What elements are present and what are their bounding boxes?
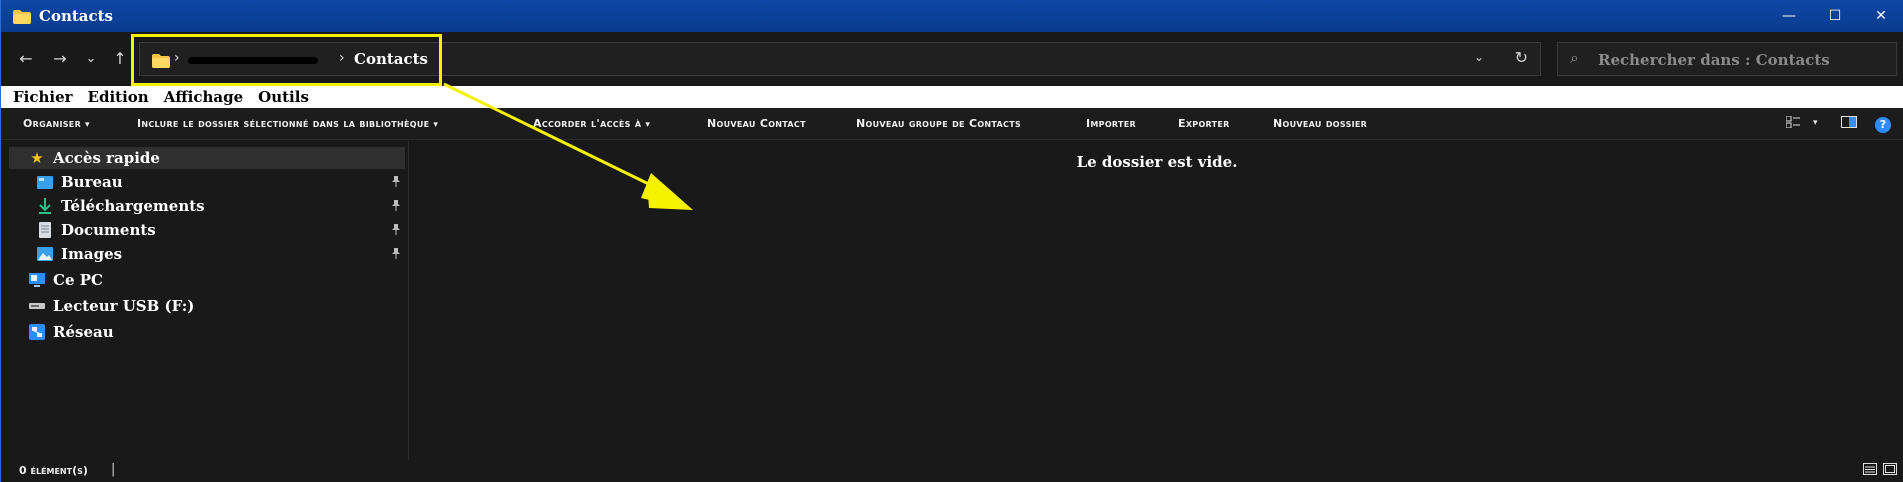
menu-tools[interactable]: Outils [258, 88, 309, 106]
computer-icon [29, 272, 45, 288]
sidebar-item-label: Lecteur USB (F:) [53, 297, 195, 315]
pin-icon[interactable] [391, 224, 401, 238]
navigation-pane: ★ Accès rapide Bureau Téléchargements Do [1, 141, 409, 460]
share-with-button[interactable]: Accorder l'accès à ▾ [533, 117, 650, 130]
menu-bar: Fichier Edition Affichage Outils [1, 86, 1903, 108]
search-placeholder[interactable]: Rechercher dans : Contacts [1598, 51, 1830, 69]
explorer-window: Contacts — ☐ ✕ ← → ⌄ ↑ › › Contacts ⌄ ↻ … [0, 0, 1903, 482]
search-box[interactable]: ⌕ Rechercher dans : Contacts [1557, 42, 1897, 76]
close-button[interactable]: ✕ [1858, 0, 1903, 32]
item-count: 0 élément(s) [19, 464, 88, 477]
command-bar: Organiser ▾ Inclure le dossier sélectionn… [1, 108, 1903, 140]
desktop-icon [37, 174, 53, 190]
status-separator: | [111, 462, 116, 477]
export-button[interactable]: Exporter [1178, 117, 1230, 130]
minimize-button[interactable]: — [1766, 0, 1812, 32]
sidebar-item-network[interactable]: Réseau [29, 322, 114, 342]
back-button[interactable]: ← [15, 48, 37, 70]
caret-down-icon: ▾ [645, 120, 651, 130]
sidebar-item-label: Ce PC [53, 271, 103, 289]
details-view-icon[interactable] [1863, 463, 1877, 479]
refresh-icon[interactable]: ↻ [1515, 48, 1528, 67]
sidebar-item-downloads[interactable]: Téléchargements [37, 196, 205, 216]
pin-icon[interactable] [391, 176, 401, 190]
up-button[interactable]: ↑ [109, 48, 131, 70]
title-bar: Contacts — ☐ ✕ [1, 0, 1903, 32]
sidebar-item-this-pc[interactable]: Ce PC [29, 270, 103, 290]
sidebar-item-images[interactable]: Images [37, 244, 122, 264]
star-icon: ★ [30, 149, 44, 167]
view-options-icon[interactable] [1785, 115, 1800, 132]
file-list-area[interactable]: Le dossier est vide. [410, 141, 1903, 460]
usb-drive-icon [29, 298, 45, 314]
download-icon [37, 198, 53, 214]
sidebar-item-desktop[interactable]: Bureau [37, 172, 123, 192]
forward-button[interactable]: → [49, 48, 71, 70]
large-icons-view-icon[interactable] [1883, 463, 1897, 479]
pin-icon[interactable] [391, 200, 401, 214]
chevron-down-icon[interactable]: ⌄ [1474, 50, 1484, 64]
folder-icon [13, 9, 31, 24]
sidebar-item-label: Téléchargements [61, 197, 205, 215]
window-title: Contacts [39, 7, 114, 25]
window-controls: — ☐ ✕ [1766, 0, 1903, 32]
search-icon: ⌕ [1570, 48, 1579, 67]
caret-down-icon: ▾ [433, 120, 439, 130]
help-icon[interactable]: ? [1875, 117, 1891, 133]
caret-down-icon[interactable]: ▾ [1813, 118, 1818, 128]
maximize-button[interactable]: ☐ [1812, 0, 1858, 32]
caret-down-icon: ▾ [85, 120, 90, 130]
annotation-highlight-box [131, 34, 442, 86]
image-icon [37, 246, 53, 262]
sidebar-item-quick-access[interactable]: ★ Accès rapide [29, 148, 160, 168]
new-folder-button[interactable]: Nouveau dossier [1273, 117, 1367, 130]
new-contact-group-button[interactable]: Nouveau groupe de Contacts [856, 117, 1021, 130]
organize-button[interactable]: Organiser ▾ [23, 117, 90, 130]
import-button[interactable]: Importer [1086, 117, 1136, 130]
sidebar-item-label: Images [61, 245, 123, 263]
sidebar-item-documents[interactable]: Documents [37, 220, 156, 240]
menu-edit[interactable]: Edition [88, 88, 149, 106]
preview-pane-icon[interactable] [1841, 116, 1857, 132]
new-contact-button[interactable]: Nouveau Contact [707, 117, 806, 130]
empty-folder-message: Le dossier est vide. [1076, 153, 1238, 171]
document-icon [37, 222, 53, 238]
sidebar-item-label: Réseau [53, 323, 114, 341]
include-in-library-button[interactable]: Inclure le dossier sélectionné dans la b… [137, 117, 438, 130]
menu-view[interactable]: Affichage [164, 88, 243, 106]
sidebar-item-label: Bureau [61, 173, 123, 191]
sidebar-item-label: Documents [61, 221, 156, 239]
network-icon [29, 324, 45, 340]
status-bar: 0 élément(s) | [1, 460, 1903, 482]
sidebar-item-usb-drive[interactable]: Lecteur USB (F:) [29, 296, 194, 316]
sidebar-item-label: Accès rapide [53, 149, 160, 167]
pin-icon[interactable] [391, 248, 401, 262]
menu-file[interactable]: Fichier [13, 88, 73, 106]
recent-locations-button[interactable]: ⌄ [80, 48, 102, 70]
